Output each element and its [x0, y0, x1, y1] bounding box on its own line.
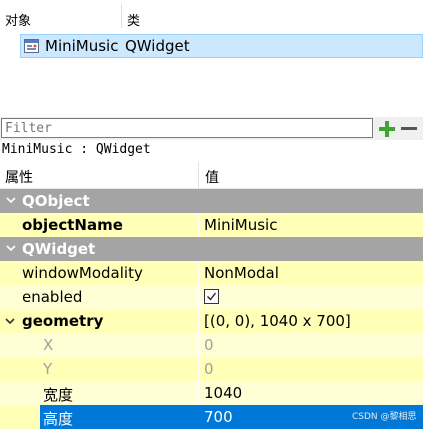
property-name: Y	[43, 360, 53, 378]
column-divider[interactable]	[121, 4, 122, 28]
chevron-down-icon[interactable]	[4, 315, 16, 331]
property-row-width[interactable]: 宽度 1040	[0, 381, 423, 405]
column-header-object[interactable]: 对象	[5, 10, 31, 29]
property-value: 0	[204, 336, 214, 354]
remove-property-button[interactable]	[399, 119, 419, 139]
property-value[interactable]: [(0, 0), 1040 x 700]	[204, 312, 351, 330]
add-property-button[interactable]	[377, 119, 397, 139]
property-row-y[interactable]: Y 0	[0, 357, 423, 381]
section-qobject[interactable]: QObject	[0, 189, 423, 213]
property-name: 宽度	[43, 386, 74, 404]
column-divider[interactable]	[198, 162, 199, 188]
object-inspector: 对象 类 MiniMusic QWidget	[0, 0, 423, 66]
property-value[interactable]: MiniMusic	[204, 216, 277, 234]
chevron-down-icon[interactable]	[5, 242, 17, 254]
property-name: enabled	[22, 288, 83, 306]
property-name: X	[43, 336, 54, 354]
property-name: 高度	[43, 410, 74, 428]
property-row-windowmodality[interactable]: windowModality NonModal	[0, 261, 423, 285]
section-label: QObject	[22, 192, 90, 210]
property-table-header: 属性 值	[0, 162, 423, 189]
chevron-down-icon[interactable]	[5, 194, 17, 206]
property-row-objectname[interactable]: objectName MiniMusic	[0, 213, 423, 237]
property-value[interactable]: 1040	[204, 384, 242, 402]
breadcrumb: MiniMusic : QWidget	[2, 142, 151, 157]
property-row-geometry[interactable]: geometry [(0, 0), 1040 x 700]	[0, 309, 423, 333]
object-class: QWidget	[125, 37, 190, 55]
column-header-value[interactable]: 值	[205, 167, 219, 187]
widget-icon	[24, 39, 39, 53]
property-row-x[interactable]: X 0	[0, 333, 423, 357]
filter-input[interactable]	[1, 118, 373, 138]
property-name: geometry	[22, 312, 104, 330]
property-value: 0	[204, 360, 214, 378]
object-inspector-header: 对象 类	[0, 0, 423, 32]
section-qwidget[interactable]: QWidget	[0, 237, 423, 261]
watermark: CSDN @黎相思	[352, 412, 417, 422]
filter-bar	[0, 117, 423, 140]
property-value[interactable]: 700	[204, 408, 233, 426]
property-name: objectName	[22, 216, 123, 234]
object-name: MiniMusic	[45, 37, 119, 55]
property-name: windowModality	[22, 264, 143, 282]
property-value[interactable]: NonModal	[204, 264, 279, 282]
enabled-checkbox[interactable]	[204, 289, 219, 304]
column-header-class[interactable]: 类	[127, 10, 140, 29]
property-row-enabled[interactable]: enabled	[0, 285, 423, 309]
object-row-minimusic[interactable]: MiniMusic QWidget	[20, 34, 423, 58]
column-header-property[interactable]: 属性	[5, 167, 33, 187]
section-label: QWidget	[22, 240, 96, 258]
